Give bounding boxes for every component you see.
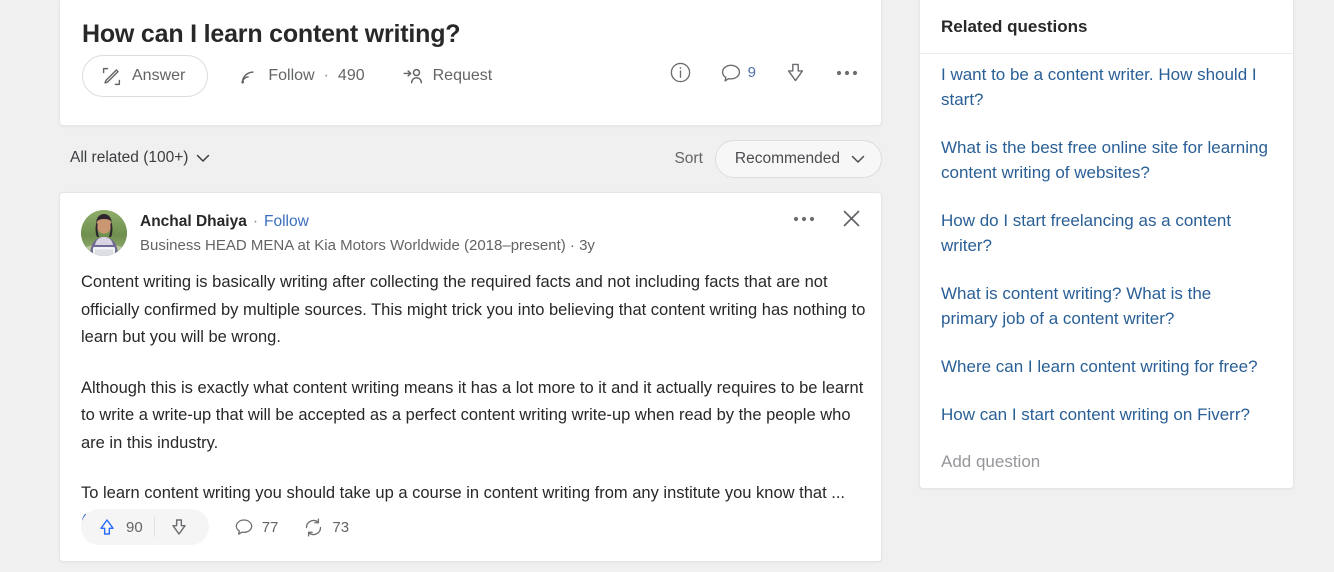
request-button[interactable]: Request [402,66,493,87]
answer-paragraph: Content writing is basically writing aft… [81,269,871,352]
answer-button-label: Answer [132,67,185,85]
question-action-bar: Answer Follow · 490 [82,55,492,97]
downvote-icon [169,517,189,537]
related-question-link[interactable]: Where can I learn content writing for fr… [941,354,1272,379]
answer-action-bar: 90 77 [81,509,349,545]
add-question-button[interactable]: Add question [941,449,1272,474]
related-questions-list: I want to be a content writer. How shoul… [920,54,1293,474]
chevron-down-icon [851,155,865,164]
close-icon[interactable] [842,209,861,228]
follow-button[interactable]: Follow · 490 [238,66,364,87]
question-comment-count: 9 [748,64,756,81]
request-button-label: Request [433,67,493,85]
author-credential: Business HEAD MENA at Kia Motors Worldwi… [140,236,595,256]
related-questions-panel: Related questions I want to be a content… [919,0,1294,489]
answer-comments-button[interactable]: 77 [234,517,279,537]
all-related-label: All related (100+) [70,149,188,167]
related-question-link[interactable]: What is the best free online site for le… [941,135,1272,185]
vote-pill: 90 [81,509,209,545]
question-header-card: How can I learn content writing? Answer [59,0,882,126]
pencil-icon [101,66,122,87]
more-options-icon[interactable] [792,214,816,224]
request-person-icon [402,66,424,87]
answer-card-controls [792,209,861,228]
answer-text: Content writing is basically writing aft… [81,269,871,535]
answer-card: Anchal Dhaiya · Follow Business HEAD MEN… [59,192,882,562]
rss-follow-icon [238,66,259,87]
page-title: How can I learn content writing? [82,20,460,49]
quora-question-page: How can I learn content writing? Answer [0,0,1334,572]
follow-separator: · [324,67,329,85]
downvote-button[interactable] [155,517,203,537]
answer-share-button[interactable]: 73 [303,517,349,538]
share-repost-icon [303,517,324,538]
follow-count: 490 [338,67,365,85]
author-separator: · [253,212,258,232]
upvote-count: 90 [126,519,143,536]
answer-paragraph: Although this is exactly what content wr… [81,375,871,458]
avatar[interactable] [81,210,127,256]
comment-icon [234,517,254,537]
downvote-icon[interactable] [784,61,807,84]
question-comments-button[interactable]: 9 [720,62,756,84]
chevron-down-icon [196,154,210,163]
filter-bar: All related (100+) Sort Recommended [70,140,882,180]
upvote-button[interactable]: 90 [87,517,154,537]
related-questions-title: Related questions [920,0,1293,54]
info-icon[interactable] [669,61,692,84]
related-question-link[interactable]: How can I start content writing on Fiver… [941,402,1272,427]
author-line: Anchal Dhaiya · Follow [140,212,595,232]
sort-control: Sort Recommended [674,140,882,178]
avatar-photo [81,210,127,256]
upvote-icon [97,517,117,537]
answer-button[interactable]: Answer [82,55,208,97]
author-follow-link[interactable]: Follow [264,212,309,232]
sort-label: Sort [674,150,702,168]
all-related-dropdown[interactable]: All related (100+) [70,149,210,167]
question-secondary-actions: 9 [669,61,859,84]
answer-comment-count: 77 [262,519,279,536]
follow-button-label: Follow [268,67,314,85]
related-question-link[interactable]: I want to be a content writer. How shoul… [941,62,1272,112]
author-text-block: Anchal Dhaiya · Follow Business HEAD MEN… [140,210,595,256]
sort-dropdown[interactable]: Recommended [715,140,882,178]
answer-author-block: Anchal Dhaiya · Follow Business HEAD MEN… [81,210,595,256]
sort-value: Recommended [735,150,840,168]
related-question-link[interactable]: What is content writing? What is the pri… [941,281,1272,331]
author-name[interactable]: Anchal Dhaiya [140,212,247,232]
more-options-icon[interactable] [835,68,859,78]
related-question-link[interactable]: How do I start freelancing as a content … [941,208,1272,258]
answer-share-count: 73 [332,519,349,536]
answer-paragraph-text: To learn content writing you should take… [81,484,845,502]
